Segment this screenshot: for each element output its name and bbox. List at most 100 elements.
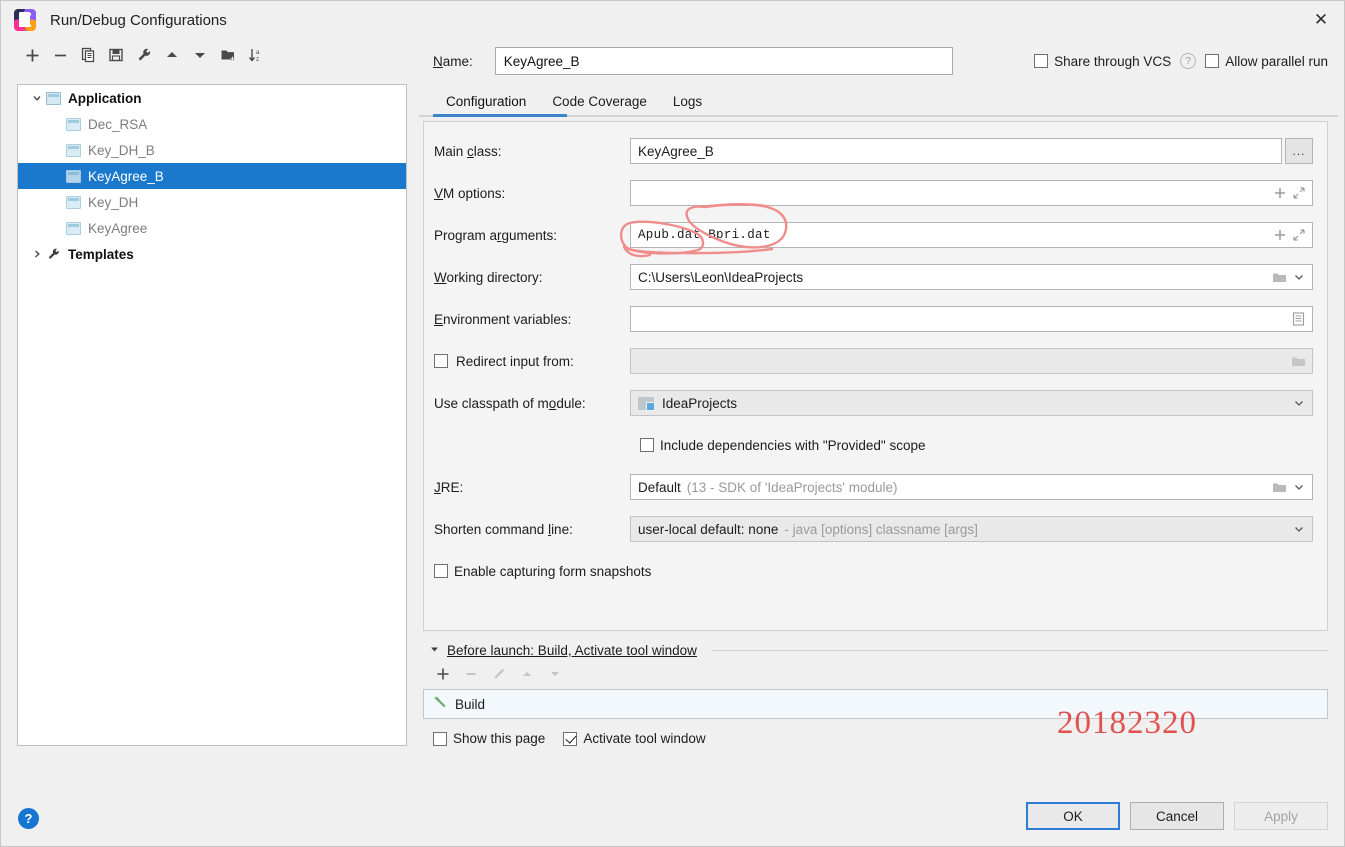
checkbox-box[interactable] <box>434 354 448 368</box>
intellij-idea-logo-icon <box>14 9 36 31</box>
shorten-command-line-dropdown[interactable]: user-local default: none - java [options… <box>630 516 1313 542</box>
save-configuration-button[interactable] <box>103 43 129 67</box>
pencil-icon[interactable] <box>489 665 509 683</box>
tree-item-label: Dec_RSA <box>88 116 148 132</box>
tree-item-key-dh[interactable]: Key_DH <box>18 189 406 215</box>
share-through-vcs-checkbox[interactable]: Share through VCS <box>1034 54 1171 69</box>
share-through-vcs-label: Share through VCS <box>1054 53 1172 69</box>
checkbox-box[interactable] <box>434 564 448 578</box>
program-arguments-field[interactable]: Apub.dat Bpri.dat <box>630 222 1313 248</box>
remove-task-button[interactable] <box>461 665 481 683</box>
checkbox-box[interactable] <box>640 438 654 452</box>
svg-text:z: z <box>256 57 259 63</box>
move-up-button[interactable] <box>159 43 185 67</box>
configuration-icon <box>66 143 81 157</box>
plus-icon[interactable] <box>1270 224 1289 246</box>
show-this-page-checkbox[interactable]: Show this page <box>433 731 545 746</box>
enable-snapshots-checkbox[interactable]: Enable capturing form snapshots <box>434 564 651 579</box>
divider <box>711 650 1328 651</box>
triangle-down-icon[interactable] <box>429 644 440 657</box>
jre-value: Default <box>638 479 681 495</box>
tree-node-templates[interactable]: Templates <box>18 241 406 267</box>
list-icon[interactable] <box>1289 308 1308 330</box>
checkbox-box[interactable] <box>433 731 447 746</box>
tree-item-label: KeyAgree <box>88 220 148 236</box>
configurations-tree[interactable]: Application Dec_RSA Key_DH_B KeyAgree_B … <box>17 84 407 746</box>
working-directory-value: C:\Users\Leon\IdeaProjects <box>638 269 804 285</box>
hammer-icon <box>432 695 447 713</box>
tree-item-label: Key_DH <box>88 194 139 210</box>
tree-item-dec-rsa[interactable]: Dec_RSA <box>18 111 406 137</box>
expand-icon[interactable] <box>1289 182 1308 204</box>
environment-variables-field[interactable] <box>630 306 1313 332</box>
chevron-down-icon[interactable] <box>1289 518 1308 540</box>
svg-text:a: a <box>256 50 260 56</box>
allow-parallel-run-checkbox[interactable]: Allow parallel run <box>1205 54 1328 69</box>
tree-node-label: Templates <box>68 246 134 262</box>
show-this-page-label: Show this page <box>453 731 546 746</box>
program-arguments-row: Program arguments: Apub.dat Bpri.dat <box>434 222 1313 248</box>
working-directory-row: Working directory: C:\Users\Leon\IdeaPro… <box>434 264 1313 290</box>
remove-configuration-button[interactable] <box>47 43 73 67</box>
before-launch-header: Before launch: Build, Activate tool wind… <box>423 643 1328 658</box>
tree-item-keyagree-b[interactable]: KeyAgree_B <box>18 163 406 189</box>
use-classpath-value: IdeaProjects <box>662 395 738 411</box>
expand-icon[interactable] <box>1289 224 1308 246</box>
working-directory-field[interactable]: C:\Users\Leon\IdeaProjects <box>630 264 1313 290</box>
use-classpath-row: Use classpath of module: IdeaProjects <box>434 390 1313 416</box>
main-class-browse-button[interactable]: ... <box>1285 138 1313 164</box>
task-label: Build <box>455 696 486 712</box>
redirect-input-checkbox[interactable]: Redirect input from: <box>434 354 630 369</box>
redirect-input-row: Redirect input from: <box>434 348 1313 374</box>
tree-node-label: Application <box>68 90 142 106</box>
plus-icon[interactable] <box>1270 182 1289 204</box>
jre-dropdown[interactable]: Default (13 - SDK of 'IdeaProjects' modu… <box>630 474 1313 500</box>
question-icon[interactable]: ? <box>1180 53 1197 69</box>
shorten-command-line-label: Shorten command line: <box>434 521 573 537</box>
move-task-down-button[interactable] <box>545 665 565 683</box>
chevron-down-icon[interactable] <box>28 93 46 103</box>
cancel-button[interactable]: Cancel <box>1130 802 1224 830</box>
student-id-annotation: 20182320 <box>1057 705 1197 741</box>
add-task-button[interactable] <box>433 665 453 683</box>
checkbox-box[interactable] <box>1034 54 1049 68</box>
use-classpath-label: Use classpath of module: <box>434 395 586 411</box>
move-task-up-button[interactable] <box>517 665 537 683</box>
folder-add-icon[interactable] <box>215 43 241 67</box>
move-down-button[interactable] <box>187 43 213 67</box>
application-icon <box>46 91 61 105</box>
activate-tool-window-label: Activate tool window <box>583 731 706 746</box>
tab-logs[interactable]: Logs <box>660 94 715 117</box>
tree-item-key-dh-b[interactable]: Key_DH_B <box>18 137 406 163</box>
enable-snapshots-row: Enable capturing form snapshots <box>434 558 1313 584</box>
shorten-command-line-row: Shorten command line: user-local default… <box>434 516 1313 542</box>
vm-options-field[interactable] <box>630 180 1313 206</box>
include-dependencies-label: Include dependencies with "Provided" sco… <box>660 437 926 453</box>
chevron-right-icon[interactable] <box>28 249 46 259</box>
add-configuration-button[interactable] <box>19 43 45 67</box>
chevron-down-icon[interactable] <box>1289 392 1308 414</box>
activate-tool-window-checkbox[interactable]: Activate tool window <box>563 731 706 746</box>
configurations-panel: az Application Dec_RSA Key_DH_B KeyAgree… <box>1 39 419 794</box>
main-class-field[interactable]: KeyAgree_B <box>630 138 1282 164</box>
wrench-icon[interactable] <box>131 43 157 67</box>
folder-icon[interactable] <box>1270 476 1289 498</box>
include-dependencies-checkbox[interactable]: Include dependencies with "Provided" sco… <box>640 438 926 453</box>
folder-icon[interactable] <box>1270 266 1289 288</box>
vm-options-label: VM options: <box>434 185 506 201</box>
checkbox-box[interactable] <box>1205 54 1220 68</box>
copy-configuration-button[interactable] <box>75 43 101 67</box>
use-classpath-dropdown[interactable]: IdeaProjects <box>630 390 1313 416</box>
sort-az-icon[interactable]: az <box>243 43 269 67</box>
configuration-icon <box>66 221 81 235</box>
checkbox-box[interactable] <box>563 731 578 746</box>
question-icon[interactable]: ? <box>18 808 39 829</box>
tree-node-application[interactable]: Application <box>18 85 406 111</box>
name-input[interactable] <box>494 47 953 75</box>
configuration-editor-panel: Name: Share through VCS ? Allow parallel… <box>419 39 1344 794</box>
ok-button[interactable]: OK <box>1026 802 1120 830</box>
chevron-down-icon[interactable] <box>1289 476 1308 498</box>
tree-item-keyagree[interactable]: KeyAgree <box>18 215 406 241</box>
chevron-down-icon[interactable] <box>1289 266 1308 288</box>
close-icon[interactable]: ✕ <box>1298 1 1344 39</box>
